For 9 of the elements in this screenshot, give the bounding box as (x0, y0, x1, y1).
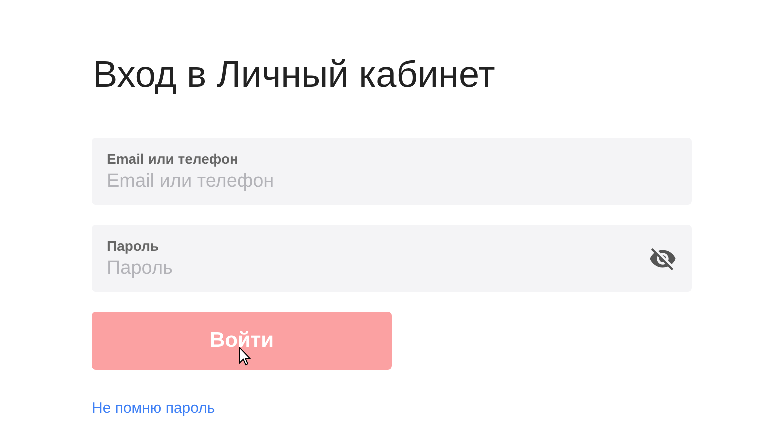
login-field[interactable]: Email или телефон Email или телефон (92, 138, 692, 205)
mouse-pointer-icon (239, 347, 251, 366)
page-title: Вход в Личный кабинет (93, 53, 496, 97)
forgot-password-link[interactable]: Не помню пароль (92, 400, 216, 417)
field-label: Email или телефон (107, 150, 240, 166)
field-label: Пароль (107, 238, 160, 254)
password-input[interactable]: Пароль (107, 258, 649, 280)
password-field[interactable]: Пароль Пароль (92, 225, 692, 292)
login-input[interactable]: Email или телефон (107, 170, 677, 192)
